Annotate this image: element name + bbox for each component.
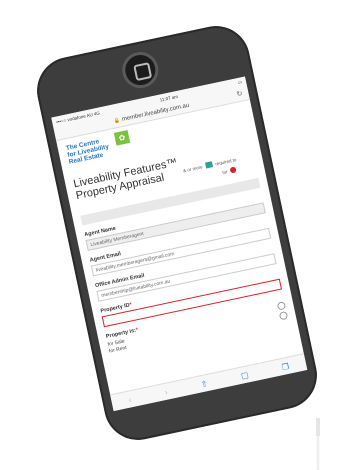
share-icon[interactable]: ⇧: [200, 379, 208, 389]
tabs-icon[interactable]: ❐: [281, 361, 290, 371]
reload-icon[interactable]: ↻: [236, 89, 243, 98]
smartphone: •••○○ vodafone AU 4G 11:07 am ▭ 🔒 member…: [30, 19, 324, 447]
battery-icon: ▭: [237, 79, 243, 86]
charging-cable: [316, 418, 320, 470]
logo-mark-icon: ✿: [113, 130, 131, 146]
legend-for: for: [221, 168, 229, 175]
lock-icon: 🔒: [113, 116, 121, 125]
phone-screen: •••○○ vodafone AU 4G 11:07 am ▭ 🔒 member…: [51, 76, 308, 412]
forward-icon[interactable]: ›: [164, 387, 168, 396]
bookmarks-icon[interactable]: ▢: [240, 370, 249, 380]
back-icon[interactable]: ‹: [128, 395, 132, 404]
step-up-icon[interactable]: [276, 301, 287, 311]
house-icon: [204, 161, 213, 169]
required-icon: [229, 166, 237, 174]
step-down-icon[interactable]: [278, 310, 289, 321]
